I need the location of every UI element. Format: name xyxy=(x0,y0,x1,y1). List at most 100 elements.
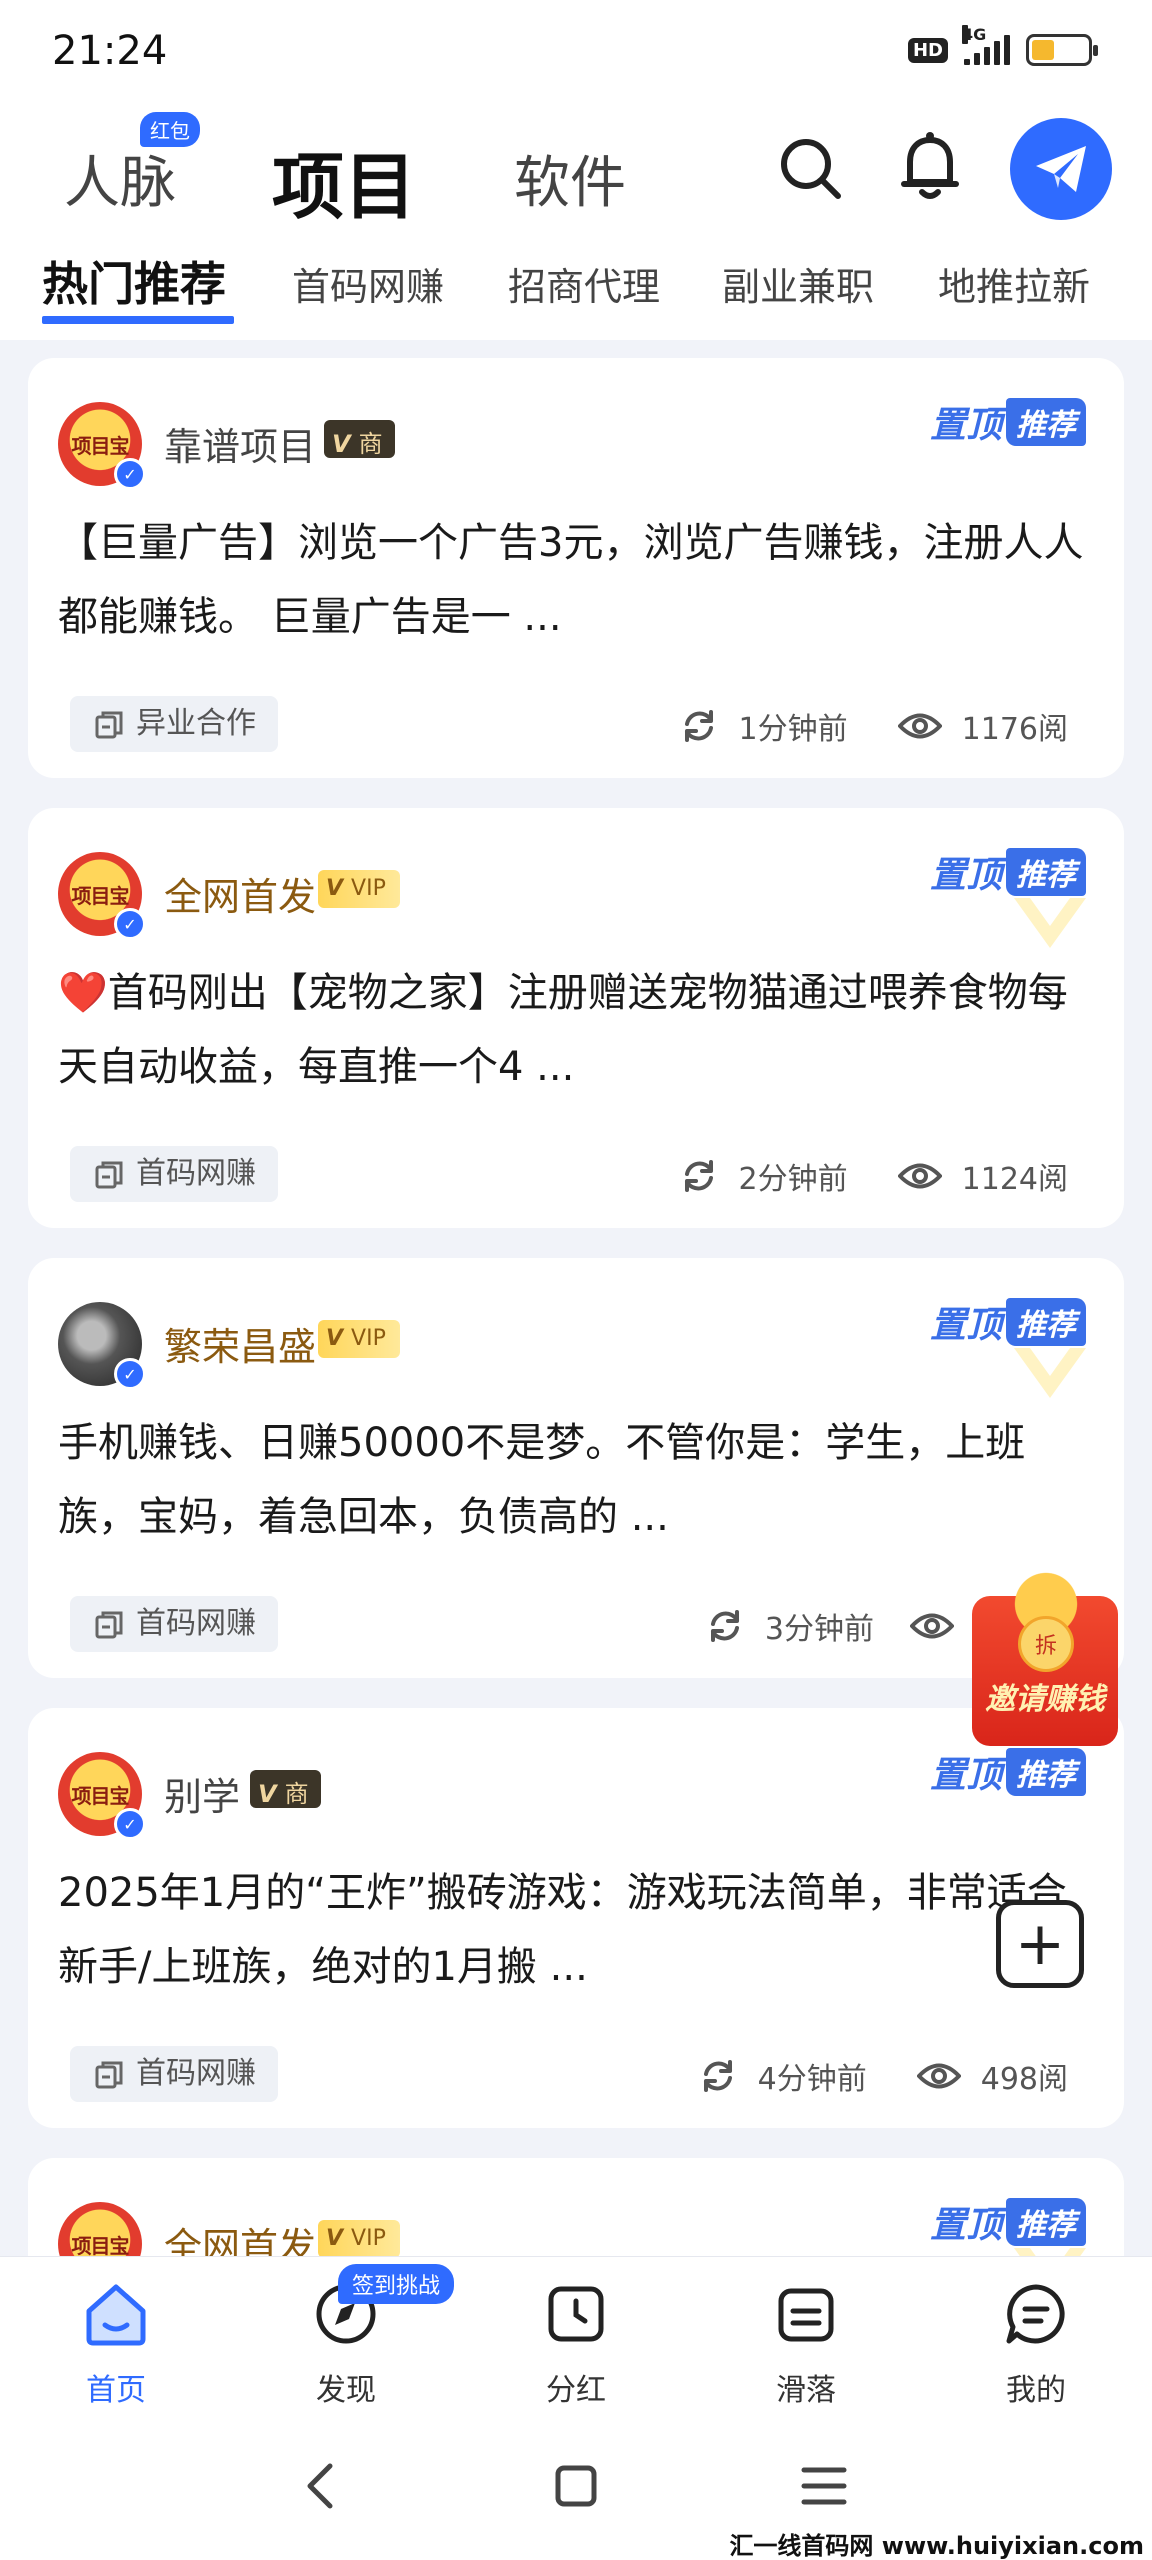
document-icon xyxy=(95,1161,123,1189)
tab-xiangmu[interactable]: 项目 xyxy=(272,128,416,233)
back-icon[interactable] xyxy=(292,2456,352,2516)
vip-chevron-icon xyxy=(1014,1348,1086,1398)
post-time: 3分钟前 xyxy=(764,1612,874,1647)
hd-icon: HD xyxy=(907,37,948,63)
eye-icon xyxy=(916,2063,961,2089)
bottom-nav: 首页 发现 分红 滑落 我的 xyxy=(0,2256,1152,2416)
author-name[interactable]: 别学 xyxy=(164,1766,240,1821)
bell-icon[interactable] xyxy=(896,130,964,202)
post-tag[interactable]: 首码网赚 xyxy=(70,1596,278,1652)
refresh-icon xyxy=(703,2060,732,2092)
avatar-text: 项目宝 xyxy=(71,883,130,908)
pinned-label: 置顶 推荐 xyxy=(930,846,1086,898)
post-title[interactable]: ❤️首码刚出【宠物之家】注册赠送宠物猫通过喂养食物每天自动收益，每直推一个4 .… xyxy=(58,956,1098,1104)
invite-redpacket-button[interactable]: 拆 邀请赚钱 xyxy=(972,1556,1122,1756)
refresh-icon xyxy=(684,1160,713,1192)
tab-hot[interactable]: 热门推荐 xyxy=(42,248,226,314)
merchant-badge: V商 xyxy=(324,420,395,458)
avatar-text: 项目宝 xyxy=(71,2233,130,2258)
avatar[interactable]: ✓ xyxy=(58,1302,146,1390)
top-nav: 人脉 红包 项目 软件 xyxy=(0,100,1152,250)
invite-label: 邀请赚钱 xyxy=(985,1682,1105,1717)
vip-badge: V VIP xyxy=(318,1320,400,1358)
category-tabs: 热门推荐 首码网赚 招商代理 副业兼职 地推拉新 xyxy=(0,240,1152,340)
view-count: 1176阅 xyxy=(961,712,1068,747)
post-title[interactable]: 手机赚钱、日赚50000不是梦。不管你是：学生，上班族，宝妈，着急回本，负债高的… xyxy=(58,1406,1098,1554)
menu-icon[interactable] xyxy=(794,2456,854,2516)
avatar[interactable]: 项目宝 ✓ xyxy=(58,852,146,940)
tab-zhaoshang[interactable]: 招商代理 xyxy=(508,256,660,311)
author-name[interactable]: 全网首发 xyxy=(164,866,316,921)
merchant-badge: V商 xyxy=(250,1770,321,1808)
post-card[interactable]: 项目宝 ✓ 靠谱项目 V商 置顶 推荐 【巨量广告】浏览一个广告3元，浏览广告赚钱… xyxy=(28,358,1124,778)
tab-ruanjian[interactable]: 软件 xyxy=(514,138,626,219)
refresh-icon xyxy=(684,710,713,742)
battery-icon xyxy=(1026,34,1098,66)
post-title[interactable]: 2025年1月的“王炸”搬砖游戏：游戏玩法简单，非常适合新手/上班族，绝对的1月… xyxy=(58,1856,1098,2004)
post-card[interactable]: 项目宝 ✓ 全网首发 V VIP 置顶 推荐 ❤️首码刚出【宠物之家】注册赠送宠物猫… xyxy=(28,808,1124,1228)
tab-ditui[interactable]: 地推拉新 xyxy=(938,256,1090,311)
tab-renmai[interactable]: 人脉 xyxy=(64,138,176,219)
avatar-text: 项目宝 xyxy=(71,1783,130,1808)
refresh-icon xyxy=(710,1610,739,1642)
status-time: 21:24 xyxy=(52,28,168,74)
pinned-label: 置顶 推荐 xyxy=(930,1296,1086,1348)
post-meta: 3分钟前 xyxy=(705,1604,974,1648)
avatar[interactable]: 项目宝 ✓ xyxy=(58,402,146,490)
eye-icon xyxy=(910,1613,954,1639)
clock-icon xyxy=(548,2286,604,2342)
open-coin-icon: 拆 xyxy=(1018,1616,1074,1672)
document-icon xyxy=(95,2061,123,2089)
post-meta: 1分钟前 1176阅 xyxy=(679,704,1068,748)
avatar-text: 项目宝 xyxy=(71,433,130,458)
signin-challenge-badge[interactable]: 签到挑战 xyxy=(338,2264,455,2304)
signal-icon: 4G xyxy=(962,25,1010,65)
post-time: 2分钟前 xyxy=(738,1162,848,1197)
watermark: 汇一线首码网 www.huiyixian.com xyxy=(729,2532,1144,2560)
post-title[interactable]: 【巨量广告】浏览一个广告3元，浏览广告赚钱，注册人人都能赚钱。 巨量广告是一 .… xyxy=(58,506,1098,654)
verified-icon: ✓ xyxy=(114,458,146,490)
author-name[interactable]: 靠谱项目 xyxy=(164,416,316,471)
post-meta: 2分钟前 1124阅 xyxy=(679,1154,1068,1198)
view-count: 498阅 xyxy=(980,2062,1068,2097)
publish-button[interactable] xyxy=(1010,118,1112,220)
document-icon xyxy=(95,711,123,739)
pinned-label: 置顶 推荐 xyxy=(930,396,1086,448)
nav-mine[interactable]: 我的 xyxy=(956,2279,1116,2409)
nav-dividend[interactable]: 分红 xyxy=(496,2279,656,2409)
avatar[interactable]: 项目宝 ✓ xyxy=(58,1752,146,1840)
document-icon xyxy=(95,1611,123,1639)
post-tag[interactable]: 首码网赚 xyxy=(70,2046,278,2102)
view-count: 1124阅 xyxy=(961,1162,1068,1197)
home-square-icon[interactable] xyxy=(546,2456,606,2516)
nav-home[interactable]: 首页 xyxy=(36,2279,196,2409)
eye-icon xyxy=(897,1163,942,1189)
paper-plane-icon xyxy=(1036,146,1086,192)
verified-icon: ✓ xyxy=(114,908,146,940)
status-bar: 21:24 HD 4G xyxy=(0,0,1152,100)
post-meta: 4分钟前 498阅 xyxy=(698,2054,1068,2098)
chat-icon xyxy=(1006,2284,1065,2344)
network-type: 4G xyxy=(962,25,987,44)
home-icon xyxy=(86,2284,146,2346)
tab-shouma[interactable]: 首码网赚 xyxy=(292,256,444,311)
verified-icon: ✓ xyxy=(114,1808,146,1840)
vip-badge: V VIP xyxy=(318,2220,400,2258)
author-name[interactable]: 繁荣昌盛 xyxy=(164,1316,316,1371)
eye-icon xyxy=(897,713,942,739)
status-icons: HD 4G xyxy=(907,25,1098,66)
post-card[interactable]: ✓ 繁荣昌盛 V VIP 置顶 推荐 手机赚钱、日赚50000不是梦。不管你是：学生… xyxy=(28,1258,1124,1678)
post-tag[interactable]: 异业合作 xyxy=(70,696,278,752)
tab-fuye[interactable]: 副业兼职 xyxy=(722,256,874,311)
nav-slide[interactable]: 滑落 xyxy=(726,2279,886,2409)
add-post-button[interactable]: + xyxy=(996,1900,1084,1988)
post-time: 4分钟前 xyxy=(757,2062,867,2097)
post-card[interactable]: 项目宝 ✓ 别学 V商 置顶 推荐 2025年1月的“王炸”搬砖游戏：游戏玩法简单… xyxy=(28,1708,1124,2128)
list-icon xyxy=(778,2288,834,2342)
pinned-label: 置顶 推荐 xyxy=(930,2196,1086,2248)
search-icon[interactable] xyxy=(776,134,844,202)
post-tag[interactable]: 首码网赚 xyxy=(70,1146,278,1202)
red-packet-badge: 红包 xyxy=(140,112,200,147)
vip-badge: V VIP xyxy=(318,870,400,908)
active-tab-indicator xyxy=(42,316,234,324)
